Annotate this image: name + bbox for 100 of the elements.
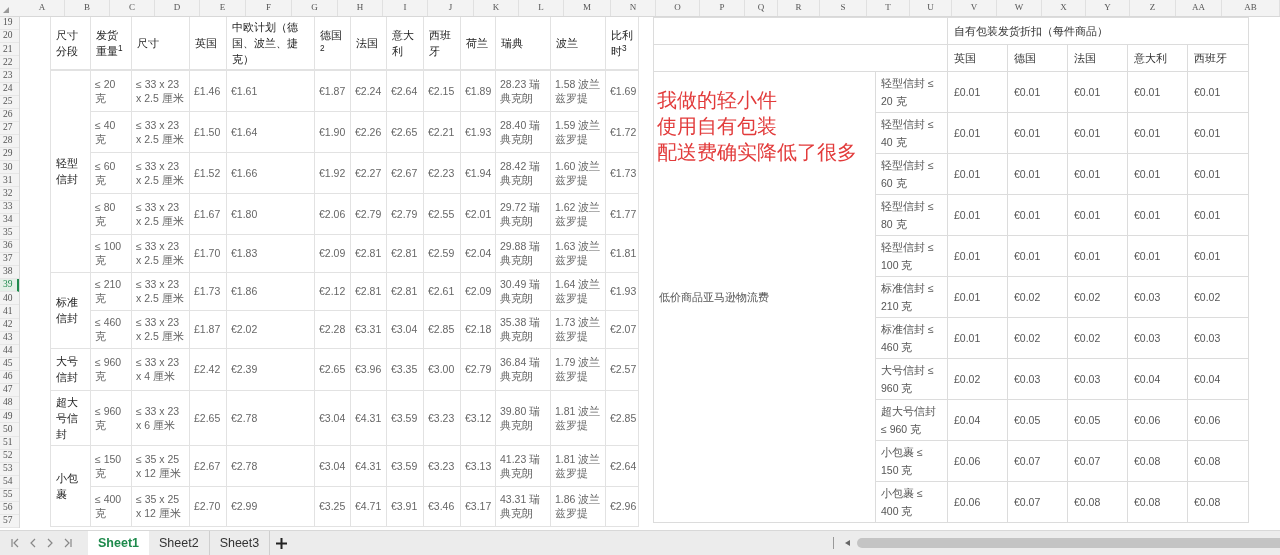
column-letter[interactable]: P: [719, 1, 725, 15]
table-cell: €1.69: [610, 84, 637, 97]
row-number[interactable]: 26: [0, 108, 19, 122]
row-number[interactable]: 31: [0, 174, 19, 188]
first-sheet-icon[interactable]: [10, 538, 20, 548]
row-number[interactable]: 57: [0, 515, 19, 529]
row-number[interactable]: 23: [0, 69, 19, 83]
row-number[interactable]: 41: [0, 305, 19, 319]
column-letter[interactable]: Y: [1104, 1, 1111, 15]
annotation-text: 我做的轻小件: [657, 88, 778, 113]
row-number[interactable]: 32: [0, 187, 19, 201]
column-letter[interactable]: U: [927, 1, 934, 15]
column-letter[interactable]: R: [795, 1, 802, 15]
column-letter[interactable]: L: [538, 1, 544, 15]
row-number[interactable]: 30: [0, 161, 19, 175]
row-number[interactable]: 39: [0, 279, 19, 293]
column-letter[interactable]: X: [1060, 1, 1067, 15]
column-letter[interactable]: Z: [1149, 1, 1156, 15]
table-cell: €0.06: [1134, 414, 1161, 426]
row-number[interactable]: 51: [0, 436, 19, 450]
row-number[interactable]: 25: [0, 95, 19, 109]
table-cell: ≤ 33 x 23 x 2.5 厘米: [136, 118, 184, 145]
horizontal-scrollbar[interactable]: [857, 538, 1280, 548]
table-cell: €1.90: [319, 125, 346, 138]
column-letter[interactable]: F: [266, 1, 271, 15]
column-letter[interactable]: I: [403, 1, 407, 15]
row-number[interactable]: 36: [0, 239, 19, 253]
row-number[interactable]: 46: [0, 370, 19, 385]
row-number[interactable]: 52: [0, 449, 19, 463]
column-letter[interactable]: M: [583, 1, 591, 15]
row-number[interactable]: 56: [0, 502, 19, 516]
table-cell: 1.62 波兰兹罗提: [555, 200, 601, 227]
column-letter[interactable]: H: [356, 1, 364, 15]
add-sheet-icon[interactable]: [276, 537, 288, 549]
table-cell: 29.88 瑞典克朗: [500, 240, 541, 266]
annotation-text: 使用自有包装: [657, 114, 778, 139]
column-letter[interactable]: E: [219, 1, 226, 15]
table-cell: €1.94: [465, 166, 492, 179]
column-header: 法国: [1074, 52, 1096, 64]
table-cell: €2.81: [391, 247, 418, 259]
row-number[interactable]: 47: [0, 384, 19, 398]
column-letter[interactable]: K: [492, 1, 500, 15]
column-letter[interactable]: Q: [757, 1, 765, 15]
table-cell: €0.03: [1194, 332, 1221, 344]
row-number[interactable]: 27: [0, 121, 19, 135]
column-letter[interactable]: V: [970, 1, 978, 15]
column-letter[interactable]: AB: [1244, 1, 1257, 15]
scroll-left-icon[interactable]: [845, 540, 850, 546]
row-number[interactable]: 55: [0, 488, 19, 503]
row-number[interactable]: 20: [0, 30, 19, 44]
row-number[interactable]: 35: [0, 226, 19, 240]
row-number[interactable]: 21: [0, 43, 19, 57]
column-letter[interactable]: W: [1014, 1, 1024, 15]
row-number[interactable]: 33: [0, 200, 19, 214]
table-cell: £1.70: [194, 247, 221, 259]
row-number[interactable]: 29: [0, 148, 19, 162]
column-letter[interactable]: B: [84, 1, 90, 15]
table-cell: €3.04: [391, 323, 418, 335]
row-number[interactable]: 54: [0, 475, 19, 489]
column-letter[interactable]: T: [885, 1, 891, 15]
table-cell: ≤ 35 x 25 x 12 厘米: [136, 452, 181, 479]
row-number[interactable]: 50: [0, 423, 19, 437]
row-number[interactable]: 43: [0, 331, 19, 345]
previous-sheet-icon[interactable]: [29, 538, 37, 548]
sheet-tab[interactable]: Sheet3: [209, 531, 271, 555]
column-letter[interactable]: S: [840, 1, 846, 15]
row-number[interactable]: 44: [0, 344, 19, 358]
sheet-tab[interactable]: Sheet2: [149, 531, 210, 555]
select-all-icon[interactable]: [3, 7, 9, 13]
table-cell: 1.59 波兰兹罗提: [555, 118, 601, 145]
row-number[interactable]: 45: [0, 357, 19, 371]
column-letter[interactable]: AA: [1192, 1, 1205, 15]
row-number[interactable]: 40: [0, 292, 19, 306]
row-number[interactable]: 19: [0, 17, 19, 31]
table-cell: £0.01: [954, 168, 981, 180]
last-sheet-icon[interactable]: [63, 538, 73, 548]
column-letter[interactable]: J: [448, 1, 453, 15]
column-letter[interactable]: D: [173, 1, 181, 15]
row-number[interactable]: 49: [0, 410, 19, 424]
column-letter[interactable]: O: [674, 1, 681, 15]
row-number[interactable]: 48: [0, 397, 19, 411]
row-number[interactable]: 22: [0, 56, 19, 70]
table-cell: £0.02: [954, 373, 981, 385]
table-cell: €4.31: [355, 459, 382, 472]
sheet-tab[interactable]: Sheet1: [88, 531, 149, 555]
row-number[interactable]: 34: [0, 213, 19, 227]
row-number[interactable]: 53: [0, 462, 19, 476]
column-letter[interactable]: A: [38, 1, 46, 15]
column-letter[interactable]: G: [311, 1, 318, 15]
table-cell: €3.59: [391, 459, 418, 472]
table-cell: €2.67: [391, 166, 418, 179]
table-cell: £0.01: [954, 250, 981, 262]
column-letter[interactable]: N: [629, 1, 637, 15]
row-number[interactable]: 42: [0, 318, 19, 332]
row-number[interactable]: 37: [0, 252, 19, 267]
row-number[interactable]: 28: [0, 135, 19, 149]
row-number[interactable]: 24: [0, 82, 19, 96]
column-letter[interactable]: C: [129, 1, 135, 15]
next-sheet-icon[interactable]: [46, 538, 54, 548]
table-cell: €0.01: [1194, 86, 1221, 98]
